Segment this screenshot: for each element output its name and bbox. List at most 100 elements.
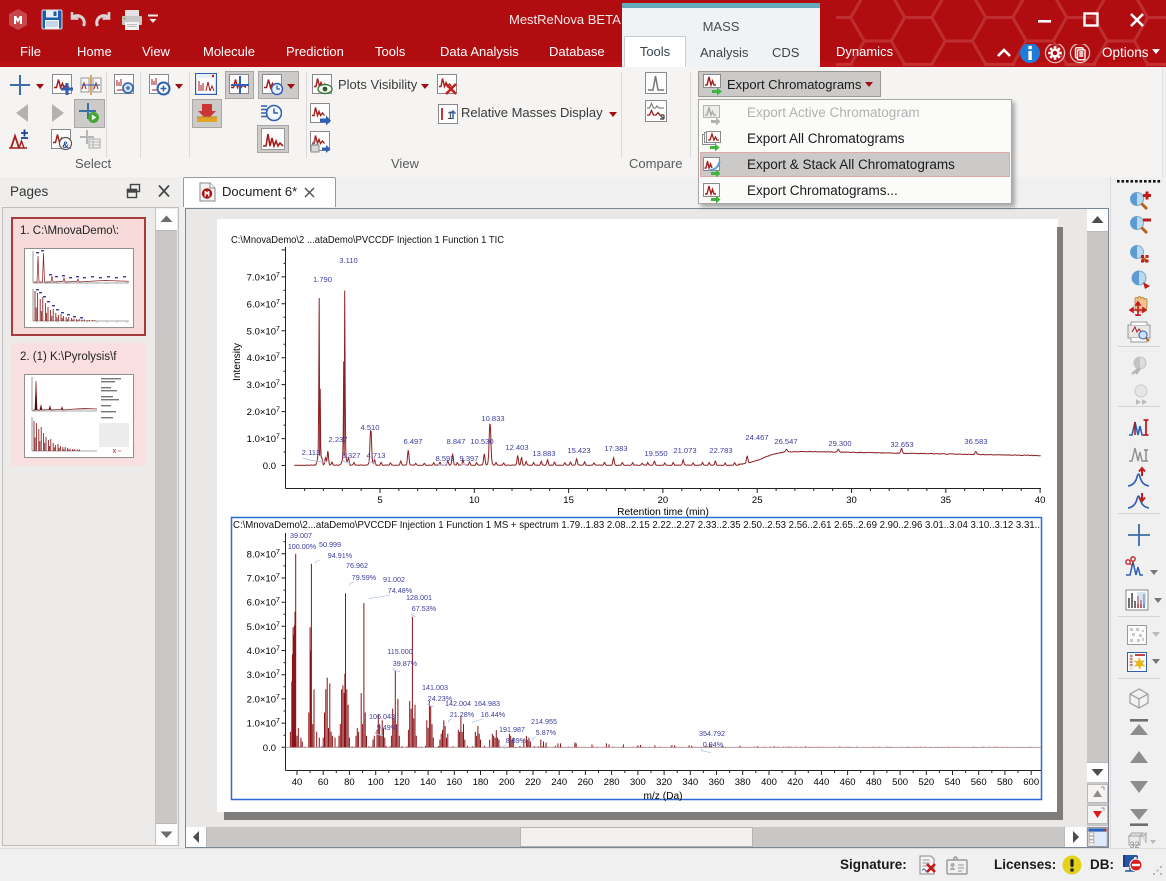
svg-text:15: 15	[563, 495, 574, 506]
svg-text:35: 35	[941, 495, 952, 506]
svg-text:&: &	[62, 140, 69, 150]
svg-text:6.0×10: 6.0×10	[247, 598, 276, 609]
svg-text:4.0×10: 4.0×10	[247, 353, 276, 364]
svg-text:115.000: 115.000	[387, 647, 412, 656]
svg-text:C:\MnovaDemo\2...ataDemo\PVCCD: C:\MnovaDemo\2...ataDemo\PVCCDF Injectio…	[233, 520, 1040, 531]
svg-text:7: 7	[276, 621, 280, 628]
svg-text:1.790: 1.790	[313, 275, 332, 284]
svg-text:520: 520	[918, 777, 934, 788]
svg-text:C:\MnovaDemo\2 ...ataDemo\PVCC: C:\MnovaDemo\2 ...ataDemo\PVCCDF Injecti…	[231, 235, 504, 246]
svg-text:67.53%: 67.53%	[412, 604, 437, 613]
svg-text:100.00%: 100.00%	[288, 542, 317, 551]
svg-text:4.0×10: 4.0×10	[247, 646, 276, 657]
svg-text:5.0×10: 5.0×10	[247, 622, 276, 633]
svg-text:22.783: 22.783	[709, 446, 732, 455]
svg-text:26.547: 26.547	[774, 437, 797, 446]
svg-text:2.0×10: 2.0×10	[247, 694, 276, 705]
svg-text:480: 480	[866, 777, 882, 788]
svg-text:320: 320	[656, 777, 672, 788]
svg-text:79.59%: 79.59%	[352, 573, 377, 582]
svg-text:10: 10	[469, 495, 480, 506]
svg-text:10.530: 10.530	[470, 437, 493, 446]
svg-text:260: 260	[577, 777, 593, 788]
svg-text:9.49%: 9.49%	[377, 723, 398, 732]
svg-text:560: 560	[971, 777, 987, 788]
svg-text:5: 5	[377, 495, 382, 506]
svg-text:354.792: 354.792	[699, 729, 725, 738]
svg-text:29.300: 29.300	[828, 439, 851, 448]
svg-text:8.593: 8.593	[435, 454, 454, 463]
svg-text:3.0×10: 3.0×10	[247, 670, 276, 681]
svg-text:m/z (Da): m/z (Da)	[643, 791, 682, 802]
svg-text:380: 380	[735, 777, 751, 788]
svg-text:191.987: 191.987	[499, 725, 525, 734]
svg-text:7: 7	[276, 549, 280, 556]
svg-text:4.510: 4.510	[360, 423, 379, 432]
svg-text:9.397: 9.397	[459, 454, 478, 463]
svg-text:141.003: 141.003	[422, 683, 448, 692]
svg-text:540: 540	[945, 777, 961, 788]
svg-text:50.999: 50.999	[319, 540, 341, 549]
svg-text:340: 340	[682, 777, 698, 788]
svg-text:32.653: 32.653	[890, 440, 913, 449]
svg-text:2.113: 2.113	[302, 448, 320, 457]
svg-text:600: 600	[1023, 777, 1039, 788]
svg-text:12.403: 12.403	[505, 443, 528, 452]
svg-text:7: 7	[276, 434, 280, 441]
svg-text:280: 280	[604, 777, 620, 788]
svg-text:91.002: 91.002	[383, 575, 405, 584]
svg-text:2.237: 2.237	[328, 435, 347, 444]
svg-text:142.004: 142.004	[445, 699, 471, 708]
svg-text:6.497: 6.497	[403, 437, 422, 446]
svg-text:1.0×10: 1.0×10	[247, 719, 276, 730]
svg-text:7: 7	[276, 272, 280, 279]
svg-text:7: 7	[276, 670, 280, 677]
svg-text:7.0×10: 7.0×10	[247, 272, 276, 283]
svg-text:21.073: 21.073	[673, 446, 696, 455]
svg-text:40: 40	[292, 777, 303, 788]
svg-text:10.833: 10.833	[481, 414, 504, 423]
svg-text:5.87%: 5.87%	[536, 728, 557, 737]
svg-text:16.44%: 16.44%	[481, 710, 506, 719]
svg-text:19.550: 19.550	[644, 449, 667, 458]
svg-text:7: 7	[276, 718, 280, 725]
svg-text:80: 80	[344, 777, 355, 788]
svg-text:180: 180	[473, 777, 489, 788]
svg-text:0.94%: 0.94%	[703, 740, 724, 749]
svg-text:39.87%: 39.87%	[393, 659, 418, 668]
svg-text:Intensity: Intensity	[232, 342, 243, 381]
svg-text:7: 7	[276, 597, 280, 604]
svg-text:7: 7	[276, 380, 280, 387]
svg-text:24.467: 24.467	[745, 433, 768, 442]
svg-text:460: 460	[840, 777, 856, 788]
svg-text:2.0×10: 2.0×10	[247, 407, 276, 418]
svg-text:7: 7	[276, 573, 280, 580]
svg-text:3.0×10: 3.0×10	[247, 380, 276, 391]
svg-text:106.043: 106.043	[369, 712, 395, 721]
svg-text:214.955: 214.955	[531, 717, 557, 726]
svg-text:440: 440	[813, 777, 829, 788]
svg-text:3.110: 3.110	[339, 256, 357, 265]
svg-text:1.0×10: 1.0×10	[247, 434, 276, 445]
svg-text:76.962: 76.962	[346, 561, 368, 570]
svg-text:7: 7	[276, 407, 280, 414]
svg-text:21.28%: 21.28%	[450, 710, 475, 719]
svg-text:580: 580	[997, 777, 1013, 788]
svg-text:140: 140	[420, 777, 436, 788]
svg-text:240: 240	[551, 777, 567, 788]
svg-text:6.0×10: 6.0×10	[247, 299, 276, 310]
svg-text:15.423: 15.423	[567, 446, 590, 455]
svg-text:4.713: 4.713	[366, 451, 385, 460]
svg-text:7: 7	[276, 326, 280, 333]
svg-text:360: 360	[709, 777, 725, 788]
svg-text:36.583: 36.583	[964, 437, 987, 446]
svg-text:7: 7	[276, 353, 280, 360]
svg-text:100: 100	[368, 777, 384, 788]
svg-text:25: 25	[752, 495, 763, 506]
svg-text:Retention time (min): Retention time (min)	[617, 507, 709, 518]
svg-text:200: 200	[499, 777, 515, 788]
svg-text:20: 20	[658, 495, 669, 506]
svg-text:3.327: 3.327	[341, 451, 360, 460]
svg-text:400: 400	[761, 777, 777, 788]
svg-text:164.983: 164.983	[474, 699, 500, 708]
